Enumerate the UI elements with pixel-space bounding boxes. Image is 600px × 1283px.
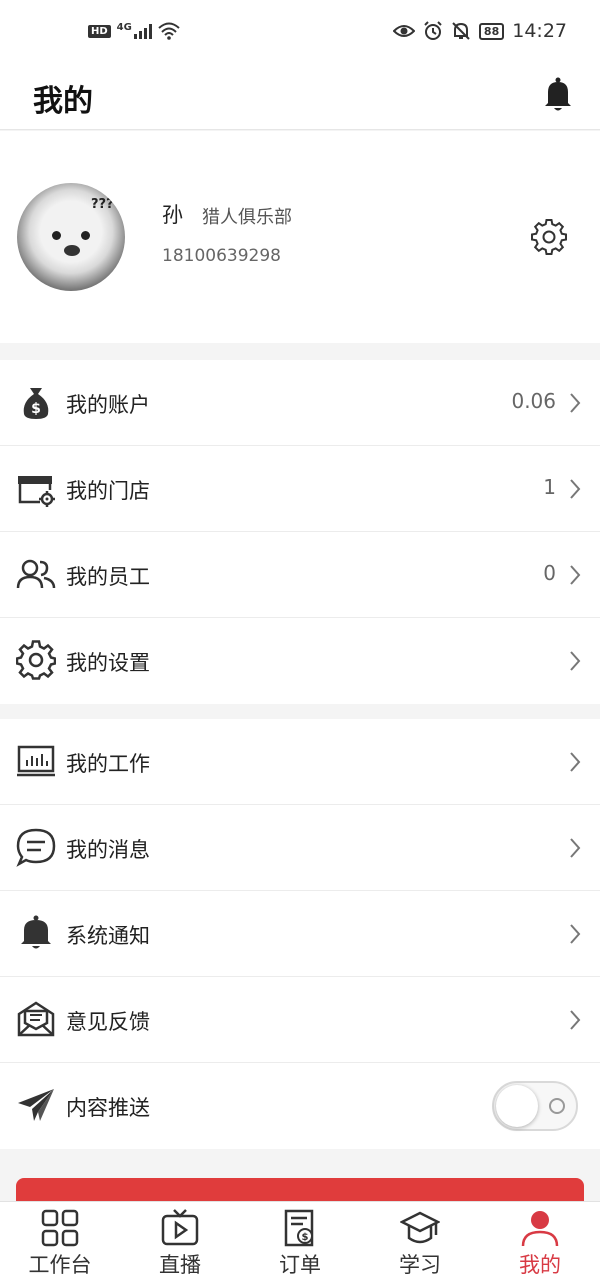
content-push-toggle[interactable] <box>492 1081 578 1131</box>
tab-label: 直播 <box>159 1253 201 1277</box>
wifi-icon <box>158 22 180 40</box>
chevron-right-icon <box>570 1010 581 1030</box>
menu-item-store[interactable]: 我的门店 1 <box>0 446 600 532</box>
avatar-text: ??? <box>91 197 114 212</box>
feedback-mail-icon <box>17 1001 55 1037</box>
eye-icon <box>392 25 415 37</box>
chevron-right-icon <box>570 393 581 413</box>
chevron-right-icon <box>570 651 581 671</box>
chevron-right-icon <box>570 924 581 944</box>
toggle-knob <box>496 1085 538 1127</box>
money-bag-icon: $ <box>23 388 49 419</box>
signal-icon <box>133 23 152 39</box>
mute-bell-icon <box>452 22 470 40</box>
message-icon <box>16 828 56 867</box>
chevron-right-icon <box>570 479 581 499</box>
settings-gear-icon[interactable] <box>531 219 567 255</box>
user-name: 孙 <box>162 203 183 227</box>
gear-icon <box>16 640 56 680</box>
menu-item-label: 意见反馈 <box>66 1010 150 1034</box>
network-type: 4G <box>116 21 132 33</box>
tab-label: 我的 <box>519 1253 561 1277</box>
menu-item-label: 我的员工 <box>66 565 150 589</box>
tab-live[interactable]: 直播 <box>120 1202 240 1283</box>
top-bar: 我的 <box>0 68 600 130</box>
chevron-right-icon <box>570 565 581 585</box>
menu-item-work[interactable]: 我的工作 <box>0 719 600 805</box>
menu-item-settings[interactable]: 我的设置 <box>0 618 600 704</box>
staff-count: 0 <box>543 561 556 585</box>
menu-item-label: 内容推送 <box>66 1096 150 1120</box>
avatar[interactable]: ??? <box>17 183 125 291</box>
phone-number: 18100639298 <box>162 246 281 266</box>
svg-text:$: $ <box>31 401 41 417</box>
menu-item-label: 我的设置 <box>66 651 150 675</box>
toggle-off-indicator <box>549 1098 565 1114</box>
alarm-icon <box>424 21 442 40</box>
menu-item-system-notice[interactable]: 系统通知 <box>0 891 600 977</box>
svg-text:$: $ <box>302 1232 309 1243</box>
chevron-right-icon <box>570 838 581 858</box>
notification-bell-icon[interactable] <box>543 76 573 112</box>
hd-indicator: HD <box>88 24 111 38</box>
chart-board-icon <box>17 745 55 777</box>
menu-item-content-push: 内容推送 <box>0 1063 600 1149</box>
order-icon: $ <box>284 1209 314 1247</box>
page-title: 我的 <box>33 84 93 119</box>
status-time: 14:27 <box>512 20 567 42</box>
organization-name: 猎人俱乐部 <box>202 207 292 228</box>
bell-icon <box>21 915 51 949</box>
menu-item-staff[interactable]: 我的员工 0 <box>0 532 600 618</box>
tab-workbench[interactable]: 工作台 <box>0 1202 120 1283</box>
tab-learning[interactable]: 学习 <box>360 1202 480 1283</box>
tab-label: 工作台 <box>28 1253 92 1277</box>
tab-label: 学习 <box>399 1253 441 1277</box>
menu-group-account: $ 我的账户 0.06 我的门店 1 我的员工 0 我的设置 <box>0 360 600 704</box>
menu-item-label: 我的账户 <box>66 393 150 417</box>
menu-item-label: 我的工作 <box>66 752 150 776</box>
menu-item-feedback[interactable]: 意见反馈 <box>0 977 600 1063</box>
tv-play-icon <box>161 1209 199 1246</box>
grid-icon <box>41 1209 79 1247</box>
menu-item-messages[interactable]: 我的消息 <box>0 805 600 891</box>
tab-label: 订单 <box>279 1253 321 1277</box>
store-count: 1 <box>543 475 556 499</box>
profile-card[interactable]: ??? 孙 猎人俱乐部 18100639298 <box>0 131 600 343</box>
menu-item-label: 我的消息 <box>66 838 150 862</box>
account-balance: 0.06 <box>511 389 556 413</box>
tab-mine[interactable]: 我的 <box>480 1202 600 1283</box>
graduation-cap-icon <box>400 1211 440 1244</box>
chevron-right-icon <box>570 752 581 772</box>
battery-icon: 88 <box>478 22 505 40</box>
person-icon <box>521 1211 559 1247</box>
bottom-tab-bar: 工作台 直播 $ 订单 学习 我的 <box>0 1201 600 1283</box>
menu-item-label: 我的门店 <box>66 479 150 503</box>
store-icon <box>18 476 55 507</box>
menu-item-label: 系统通知 <box>66 924 150 948</box>
menu-item-account[interactable]: $ 我的账户 0.06 <box>0 360 600 446</box>
staff-icon <box>16 559 56 589</box>
status-bar: HD 4G 88 14:27 <box>0 0 600 68</box>
tab-orders[interactable]: $ 订单 <box>240 1202 360 1283</box>
paper-plane-icon <box>18 1089 54 1121</box>
menu-group-general: 我的工作 我的消息 系统通知 意见反馈 内容推送 <box>0 719 600 1149</box>
